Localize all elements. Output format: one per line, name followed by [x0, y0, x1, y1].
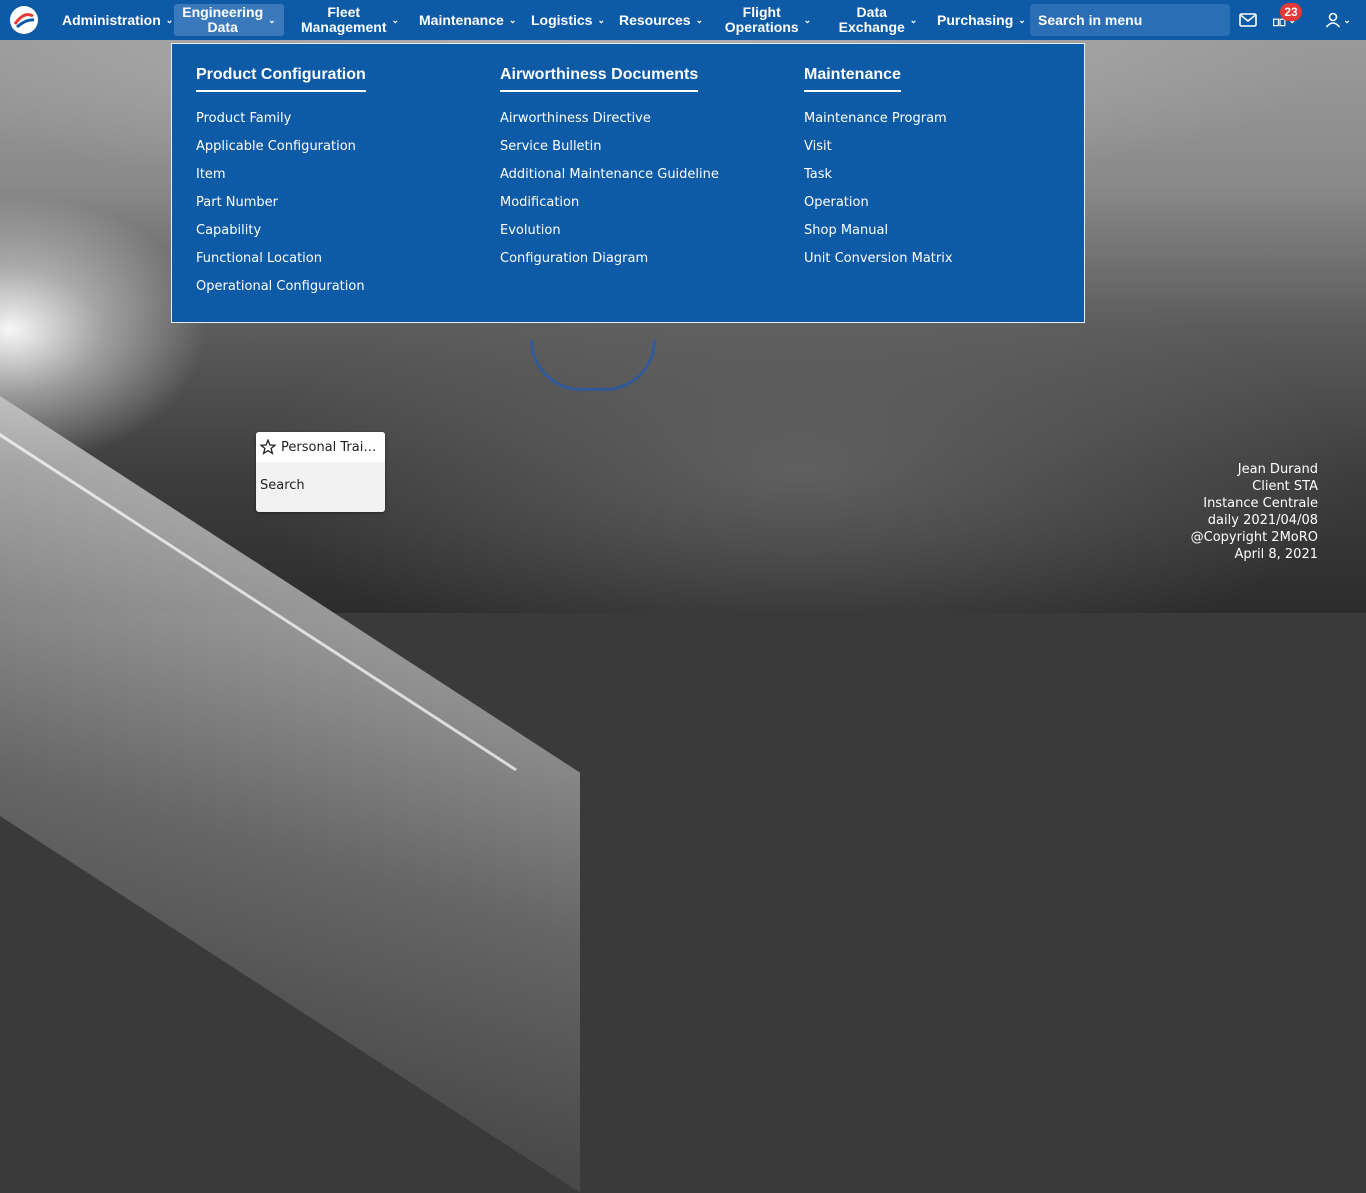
menu-link[interactable]: Task	[804, 162, 953, 190]
chevron-down-icon: ⌄	[803, 14, 812, 25]
nav-data-exchange[interactable]: Data Exchange ⌄	[836, 0, 920, 40]
chevron-down-icon: ⌄	[165, 14, 174, 25]
nav-logistics[interactable]: Logistics ⌄	[531, 0, 605, 40]
app-logo-icon[interactable]	[10, 6, 38, 34]
menu-link[interactable]: Evolution	[500, 218, 719, 246]
chevron-down-icon: ⌄	[268, 14, 276, 25]
nav-label: Administration	[62, 11, 161, 28]
column-title: Product Configuration	[196, 66, 366, 92]
menu-link[interactable]: Configuration Diagram	[500, 246, 719, 274]
user-menu[interactable]: ⌄	[1322, 8, 1354, 32]
engineering-data-menu: Product Configuration Product Family App…	[171, 43, 1085, 323]
nav-flight-operations[interactable]: Flight Operations ⌄	[718, 0, 818, 40]
nav-administration[interactable]: Administration ⌄	[62, 0, 173, 40]
menu-link[interactable]: Part Number	[196, 190, 366, 218]
chevron-down-icon: ⌄	[508, 14, 517, 25]
mail-icon[interactable]	[1236, 8, 1260, 32]
menu-link[interactable]: Airworthiness Directive	[500, 106, 719, 134]
chevron-down-icon: ⌄	[1343, 14, 1351, 25]
menu-link[interactable]: Modification	[500, 190, 719, 218]
favorite-item[interactable]: Personal Traini...	[256, 432, 385, 462]
menu-column-maintenance: Maintenance Maintenance Program Visit Ta…	[804, 66, 953, 274]
nav-maintenance[interactable]: Maintenance ⌄	[419, 0, 516, 40]
user-icon	[1326, 12, 1341, 28]
menu-link[interactable]: Applicable Configuration	[196, 134, 366, 162]
menu-link[interactable]: Visit	[804, 134, 953, 162]
copyright: @Copyright 2MoRO	[1190, 530, 1318, 545]
menu-link[interactable]: Capability	[196, 218, 366, 246]
chevron-down-icon: ⌄	[597, 14, 606, 25]
menu-search	[1030, 4, 1230, 36]
menu-column-airworthiness-documents: Airworthiness Documents Airworthiness Di…	[500, 66, 719, 274]
favorites-search-link[interactable]: Search	[260, 478, 305, 493]
chevron-down-icon: ⌄	[1018, 14, 1026, 25]
notification-badge: 23	[1280, 3, 1302, 21]
nav-label: Logistics	[531, 11, 593, 28]
favorite-item-label: Personal Traini...	[281, 439, 381, 455]
star-icon[interactable]	[260, 439, 276, 455]
menu-link[interactable]: Maintenance Program	[804, 106, 953, 134]
menu-search-input[interactable]	[1036, 11, 1224, 29]
top-navigation-bar: Administration ⌄ Engineering Data ⌄ Fleet …	[0, 0, 1366, 40]
chevron-down-icon: ⌄	[695, 14, 704, 25]
nav-label: Maintenance	[419, 11, 504, 28]
menu-link[interactable]: Shop Manual	[804, 218, 953, 246]
menu-link[interactable]: Service Bulletin	[500, 134, 719, 162]
menu-column-product-configuration: Product Configuration Product Family App…	[196, 66, 366, 302]
nav-engineering-data[interactable]: Engineering Data ⌄	[174, 4, 284, 36]
user-name: Jean Durand	[1237, 462, 1318, 477]
nav-label: Resources	[619, 11, 691, 28]
favorites-widget: Personal Traini... Search	[256, 432, 385, 512]
instance-name: Instance Centrale	[1203, 496, 1318, 511]
menu-link[interactable]: Functional Location	[196, 246, 366, 274]
menu-link[interactable]: Operational Configuration	[196, 274, 366, 302]
background-logo	[530, 340, 656, 391]
nav-label: Fleet Management	[300, 4, 387, 35]
nav-label: Engineering Data	[182, 4, 264, 35]
session-info: Jean Durand Client STA Instance Centrale…	[1191, 461, 1318, 563]
nav-label: Flight Operations	[724, 4, 799, 35]
column-title: Maintenance	[804, 66, 901, 92]
nav-label: Purchasing	[937, 11, 1014, 28]
menu-link[interactable]: Product Family	[196, 106, 366, 134]
nav-purchasing[interactable]: Purchasing ⌄	[937, 0, 1026, 40]
chevron-down-icon: ⌄	[909, 14, 918, 25]
column-title: Airworthiness Documents	[500, 66, 699, 92]
nav-resources[interactable]: Resources ⌄	[619, 0, 703, 40]
menu-link[interactable]: Item	[196, 162, 366, 190]
current-date: April 8, 2021	[1234, 547, 1318, 562]
menu-link[interactable]: Additional Maintenance Guideline	[500, 162, 719, 190]
build-version: daily 2021/04/08	[1207, 513, 1318, 528]
nav-fleet-management[interactable]: Fleet Management ⌄	[300, 0, 400, 40]
menu-link[interactable]: Unit Conversion Matrix	[804, 246, 953, 274]
menu-link[interactable]: Operation	[804, 190, 953, 218]
nav-label: Data Exchange	[838, 4, 905, 35]
chevron-down-icon: ⌄	[391, 14, 400, 25]
client-name: Client STA	[1252, 479, 1318, 494]
